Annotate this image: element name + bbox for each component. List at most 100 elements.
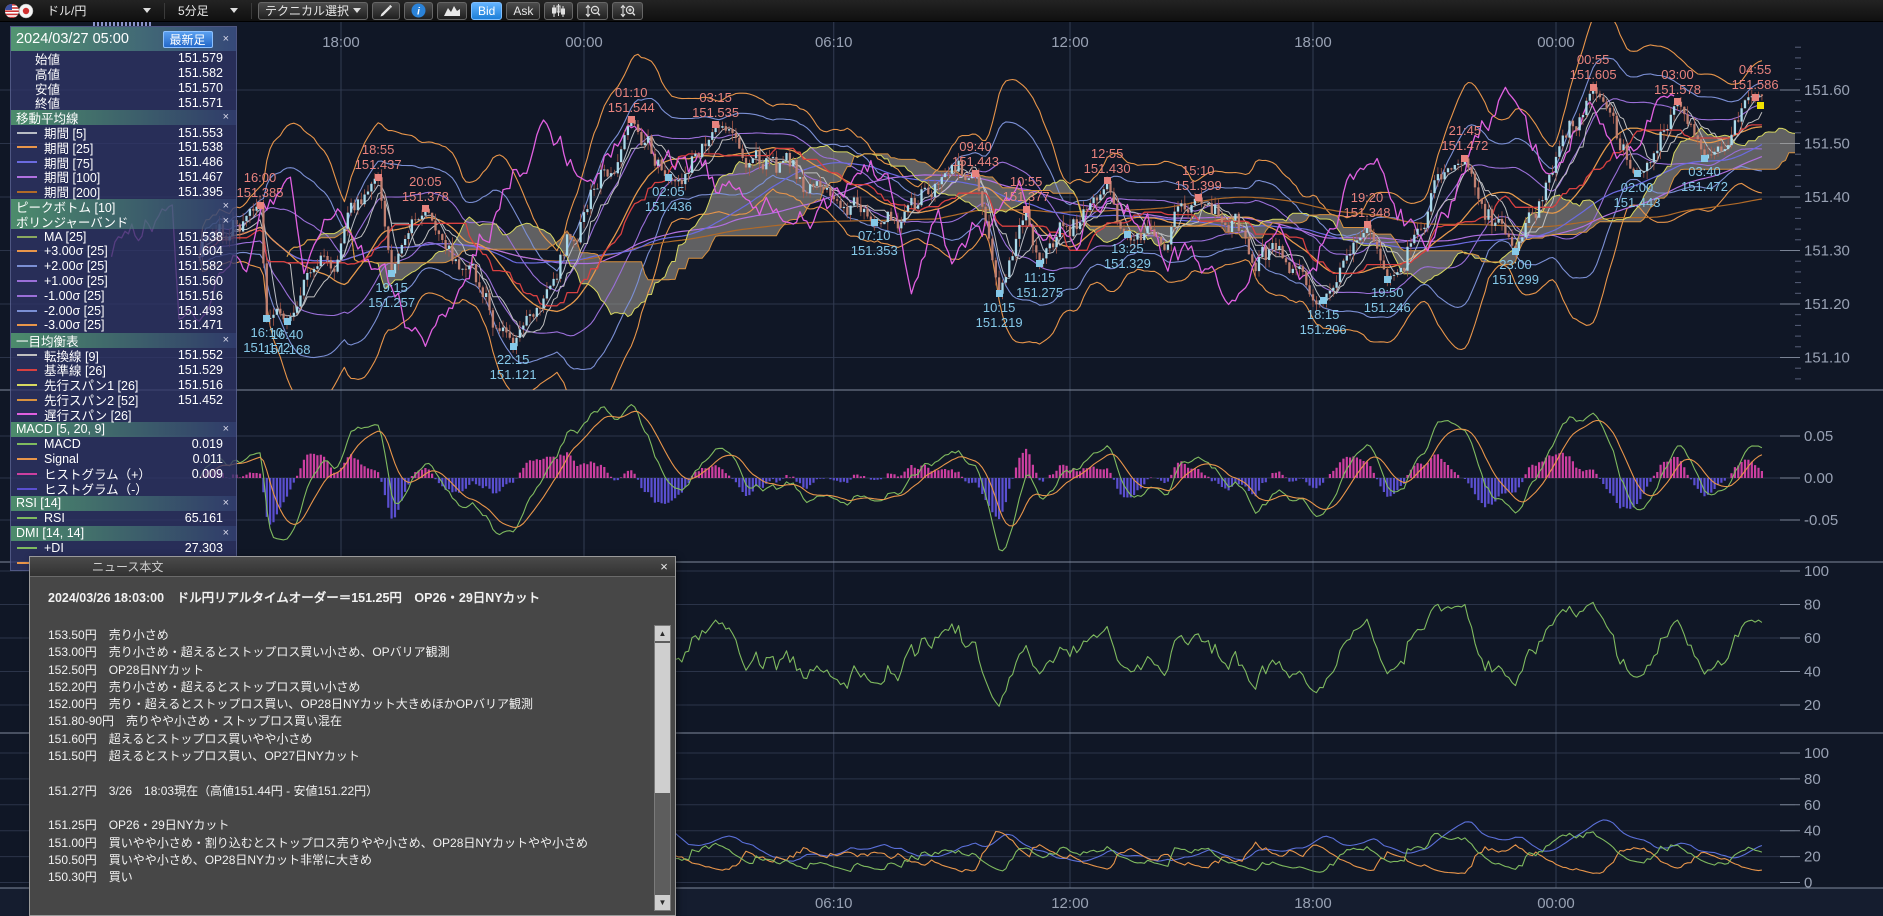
svg-text:151.40: 151.40 — [1804, 189, 1850, 206]
indicator-row: 遅行スパン [26] — [11, 407, 236, 422]
technical-select-button[interactable]: テクニカル選択 — [258, 2, 368, 20]
indicator-row: -2.00σ [25]151.493 — [11, 303, 236, 318]
area-chart-button[interactable] — [437, 2, 467, 20]
indicator-value: 151.516 — [178, 289, 223, 303]
vertical-zoom-in-button[interactable] — [612, 2, 643, 20]
indicator-row: +3.00σ [25]151.604 — [11, 244, 236, 259]
svg-text:i: i — [417, 7, 420, 18]
news-close-button[interactable]: × — [653, 559, 675, 574]
news-line — [48, 800, 641, 817]
news-headline: 2024/03/26 18:03:00 ドル円リアルタイムオーダー＝151.25… — [30, 577, 675, 606]
indicator-value: 151.553 — [178, 126, 223, 140]
close-indicator-button[interactable]: × — [221, 528, 231, 539]
info-button[interactable]: i — [404, 2, 433, 20]
ask-button[interactable]: Ask — [506, 2, 540, 20]
svg-text:20: 20 — [1804, 697, 1821, 714]
technical-label: テクニカル選択 — [265, 2, 349, 19]
indicator-value: 65.161 — [185, 511, 223, 525]
indicator-value: 0.019 — [192, 437, 223, 451]
news-scroll-thumb[interactable] — [655, 643, 670, 793]
news-body[interactable]: 153.50円 売り小さめ153.00円 売り小さめ・超えるとストップロス買い小… — [48, 627, 641, 913]
series-color-swatch — [17, 295, 37, 297]
candlestick-mode-button[interactable] — [544, 2, 573, 20]
series-color-swatch — [17, 161, 37, 163]
svg-text:18:00: 18:00 — [1294, 34, 1332, 51]
news-line — [48, 765, 641, 782]
panel-drag-handle[interactable] — [93, 22, 153, 26]
series-color-swatch — [17, 280, 37, 282]
close-indicator-button[interactable]: × — [221, 335, 231, 346]
indicator-value: 151.538 — [178, 140, 223, 154]
close-indicator-button[interactable]: × — [221, 112, 231, 123]
bar-datetime: 2024/03/27 05:00 — [16, 31, 163, 47]
indicator-row: -1.00σ [25]151.516 — [11, 288, 236, 303]
series-color-swatch — [17, 443, 37, 445]
pencil-icon — [379, 4, 393, 18]
zoom-out-icon — [584, 4, 601, 18]
dropdown-arrow-icon — [353, 8, 361, 13]
vertical-zoom-out-button[interactable] — [577, 2, 608, 20]
svg-text:60: 60 — [1804, 797, 1821, 814]
candlestick-icon — [551, 4, 566, 18]
bid-button[interactable]: Bid — [471, 2, 502, 20]
pair-selector[interactable]: ドル/円 — [40, 2, 158, 20]
svg-text:20: 20 — [1804, 849, 1821, 866]
ohlc-value: 151.582 — [178, 66, 223, 80]
pair-label: ドル/円 — [47, 2, 139, 19]
news-scrollbar[interactable]: ▲ ▼ — [654, 625, 671, 911]
series-color-swatch — [17, 250, 37, 252]
series-color-swatch — [17, 473, 37, 475]
dropdown-arrow-icon — [143, 8, 151, 13]
draw-tool-button[interactable] — [372, 2, 400, 20]
news-line: 150.50円 買いやや小さめ、OP28日NYカット非常に大きめ — [48, 852, 641, 869]
svg-text:0.00: 0.00 — [1804, 470, 1833, 487]
news-titlebar[interactable]: ニュース本文 × — [30, 557, 675, 577]
indicator-label: +3.00σ [25] — [44, 244, 178, 258]
close-indicator-button[interactable]: × — [221, 216, 231, 227]
indicator-label: -1.00σ [25] — [44, 289, 178, 303]
svg-text:100: 100 — [1804, 563, 1829, 580]
indicator-value: 151.538 — [178, 230, 223, 244]
news-line: 151.60円 超えるとストップロス買いやや小さめ — [48, 731, 641, 748]
series-color-swatch — [17, 384, 37, 386]
close-indicator-button[interactable]: × — [221, 34, 231, 45]
close-indicator-button[interactable]: × — [221, 424, 231, 435]
dropdown-arrow-icon — [230, 8, 238, 13]
series-color-swatch — [17, 324, 37, 326]
news-scroll-up-button[interactable]: ▲ — [655, 626, 670, 641]
series-color-swatch — [17, 191, 37, 193]
timeframe-selector[interactable]: 5分足 — [171, 2, 245, 20]
indicator-label: +2.00σ [25] — [44, 259, 178, 273]
svg-text:60: 60 — [1804, 630, 1821, 647]
series-color-swatch — [17, 236, 37, 238]
close-indicator-button[interactable]: × — [221, 498, 231, 509]
bid-label: Bid — [478, 4, 495, 18]
indicator-value: 151.560 — [178, 274, 223, 288]
news-scroll-down-button[interactable]: ▼ — [655, 895, 670, 910]
series-color-swatch — [17, 547, 37, 549]
svg-text:18:00: 18:00 — [322, 34, 360, 51]
zoom-in-icon — [619, 4, 636, 18]
news-line: 150.30円 買い — [48, 869, 641, 886]
ohlc-value: 151.570 — [178, 81, 223, 95]
series-color-swatch — [17, 176, 37, 178]
indicator-value: 151.552 — [178, 348, 223, 362]
indicator-value: 151.604 — [178, 244, 223, 258]
svg-text:151.30: 151.30 — [1804, 243, 1850, 260]
indicator-value: 27.303 — [185, 541, 223, 555]
series-color-swatch — [17, 488, 37, 490]
indicator-row: RSI65.161 — [11, 511, 236, 526]
main-toolbar: ドル/円 5分足 テクニカル選択 i Bid Ask — [0, 0, 1883, 22]
indicator-row: MACD0.019 — [11, 437, 236, 452]
indicator-value: 151.493 — [178, 304, 223, 318]
trading-app-window: 18:0000:0006:1012:0018:0000:0018:0000:00… — [0, 0, 1883, 916]
indicator-value: 151.529 — [178, 363, 223, 377]
news-line: 151.27円 3/26 18:03現在（高値151.44円 - 安値151.2… — [48, 783, 641, 800]
close-indicator-button[interactable]: × — [221, 201, 231, 212]
svg-text:12:00: 12:00 — [1051, 34, 1089, 51]
news-line: 152.50円 OP28日NYカット — [48, 662, 641, 679]
svg-text:40: 40 — [1804, 664, 1821, 681]
latest-bar-button[interactable]: 最新足 — [163, 31, 213, 48]
svg-text:06:10: 06:10 — [815, 34, 853, 51]
indicator-label: MACD — [44, 437, 192, 451]
